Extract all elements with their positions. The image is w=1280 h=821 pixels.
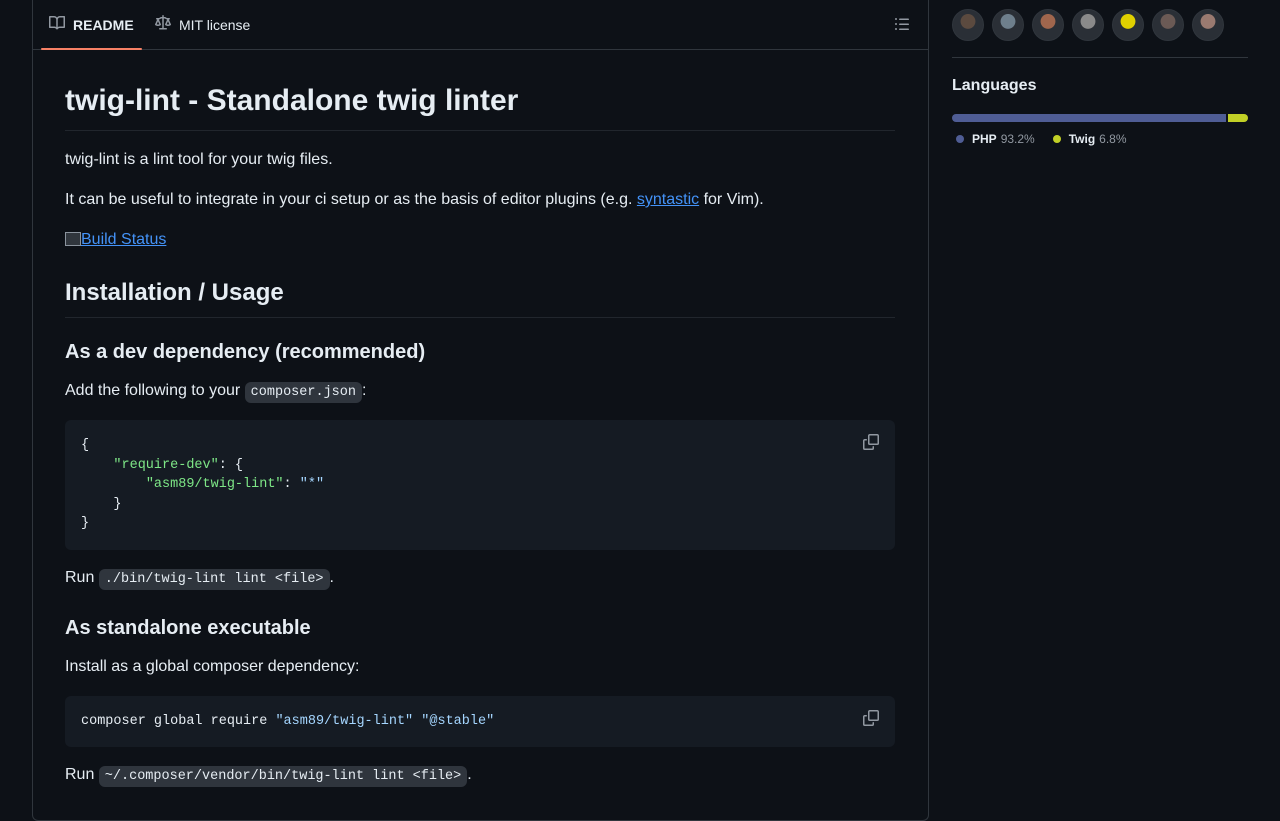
- contributor-avatar[interactable]: [992, 9, 1024, 41]
- contributor-avatar[interactable]: [1152, 9, 1184, 41]
- language-bar-segment: [952, 114, 1227, 122]
- composer-json-code: composer.json: [244, 382, 362, 403]
- run-text-pre: Run: [65, 569, 99, 586]
- composer-global-codeblock: composer global require "asm89/twig-lint…: [65, 696, 895, 747]
- broken-image-icon: [65, 232, 81, 246]
- usage-text-pre: It can be useful to integrate in your ci…: [65, 191, 637, 208]
- contributor-avatar[interactable]: [1192, 9, 1224, 41]
- code-sep: : {: [218, 457, 244, 473]
- usage-text-post: for Vim).: [699, 191, 764, 208]
- install-global-text: Install as a global composer dependency:: [65, 658, 360, 675]
- languages-list: PHP 93.2% Twig 6.8%: [952, 132, 1127, 146]
- language-dot-icon: [1052, 135, 1061, 143]
- sidebar-divider: [952, 57, 1248, 58]
- syntastic-link[interactable]: syntastic: [637, 191, 699, 208]
- code-arg-package: "asm89/twig-lint": [275, 714, 414, 729]
- contributors-avatars: [952, 9, 1224, 41]
- list-icon[interactable]: [894, 16, 912, 34]
- languages-heading: Languages: [952, 77, 1037, 94]
- language-item[interactable]: Twig 6.8%: [1049, 132, 1127, 146]
- heading-standalone: As standalone executable: [65, 617, 311, 639]
- build-status-link[interactable]: Build Status: [81, 231, 166, 248]
- language-percent: 6.8%: [1099, 132, 1127, 146]
- tab-license[interactable]: MIT license: [155, 0, 250, 49]
- heading-dev-dependency: As a dev dependency (recommended): [65, 341, 426, 363]
- code-arg-stable: "@stable": [421, 714, 495, 729]
- run-text-post: .: [329, 569, 334, 586]
- run-local-paragraph: Run ./bin/twig-lint lint <file>.: [65, 569, 334, 590]
- run-global-paragraph: Run ~/.composer/vendor/bin/twig-lint lin…: [65, 766, 472, 787]
- language-name: PHP: [972, 132, 997, 146]
- usage-paragraph: It can be useful to integrate in your ci…: [65, 191, 764, 209]
- build-status-badge[interactable]: Build Status: [65, 231, 166, 249]
- copy-icon[interactable]: [863, 710, 879, 726]
- language-bar-segment: [1228, 114, 1248, 122]
- add-text-post: :: [362, 382, 367, 399]
- contributor-avatar[interactable]: [952, 9, 984, 41]
- scale-icon: [155, 15, 179, 34]
- readme-title: twig-lint - Standalone twig linter: [65, 84, 895, 131]
- run-text-pre: Run: [65, 766, 99, 783]
- language-dot-icon: [956, 135, 964, 143]
- code-key-require-dev: "require-dev": [113, 457, 219, 473]
- code-value-version: "*": [299, 477, 325, 492]
- contributor-avatar[interactable]: [1072, 9, 1104, 41]
- code-key-package: "asm89/twig-lint": [145, 477, 284, 492]
- language-percent: 93.2%: [1000, 132, 1035, 146]
- tab-readme[interactable]: README: [41, 0, 142, 50]
- run-local-code: ./bin/twig-lint lint <file>: [98, 569, 330, 590]
- run-text-post: .: [467, 766, 472, 783]
- code-sep: :: [283, 477, 300, 492]
- contributor-avatar[interactable]: [1112, 9, 1144, 41]
- language-name: Twig: [1068, 132, 1096, 146]
- active-tab-indicator: [41, 48, 142, 50]
- add-following-paragraph: Add the following to your composer.json:: [65, 382, 367, 403]
- heading-installation: Installation / Usage: [65, 279, 895, 318]
- tab-license-label: MIT license: [179, 16, 251, 33]
- readme-tabbar: README MIT license: [33, 0, 928, 50]
- run-global-code: ~/.composer/vendor/bin/twig-lint lint <f…: [98, 766, 468, 787]
- readme-panel: README MIT license twig-lint - Standalon…: [32, 0, 929, 821]
- tab-readme-label: README: [73, 16, 134, 33]
- add-text-pre: Add the following to your: [65, 382, 245, 399]
- languages-bar: [952, 114, 1248, 122]
- code-line: }: [81, 516, 90, 531]
- contributor-avatar[interactable]: [1032, 9, 1064, 41]
- composer-json-codeblock: { "require-dev": { "asm89/twig-lint": "*…: [65, 420, 895, 550]
- language-item[interactable]: PHP 93.2%: [952, 132, 1035, 146]
- code-line: }: [113, 496, 122, 512]
- code-line: {: [81, 438, 90, 453]
- intro-text: twig-lint is a lint tool for your twig f…: [65, 151, 333, 168]
- code-command: composer global require: [81, 714, 276, 729]
- book-icon: [49, 15, 73, 34]
- copy-icon[interactable]: [863, 434, 879, 450]
